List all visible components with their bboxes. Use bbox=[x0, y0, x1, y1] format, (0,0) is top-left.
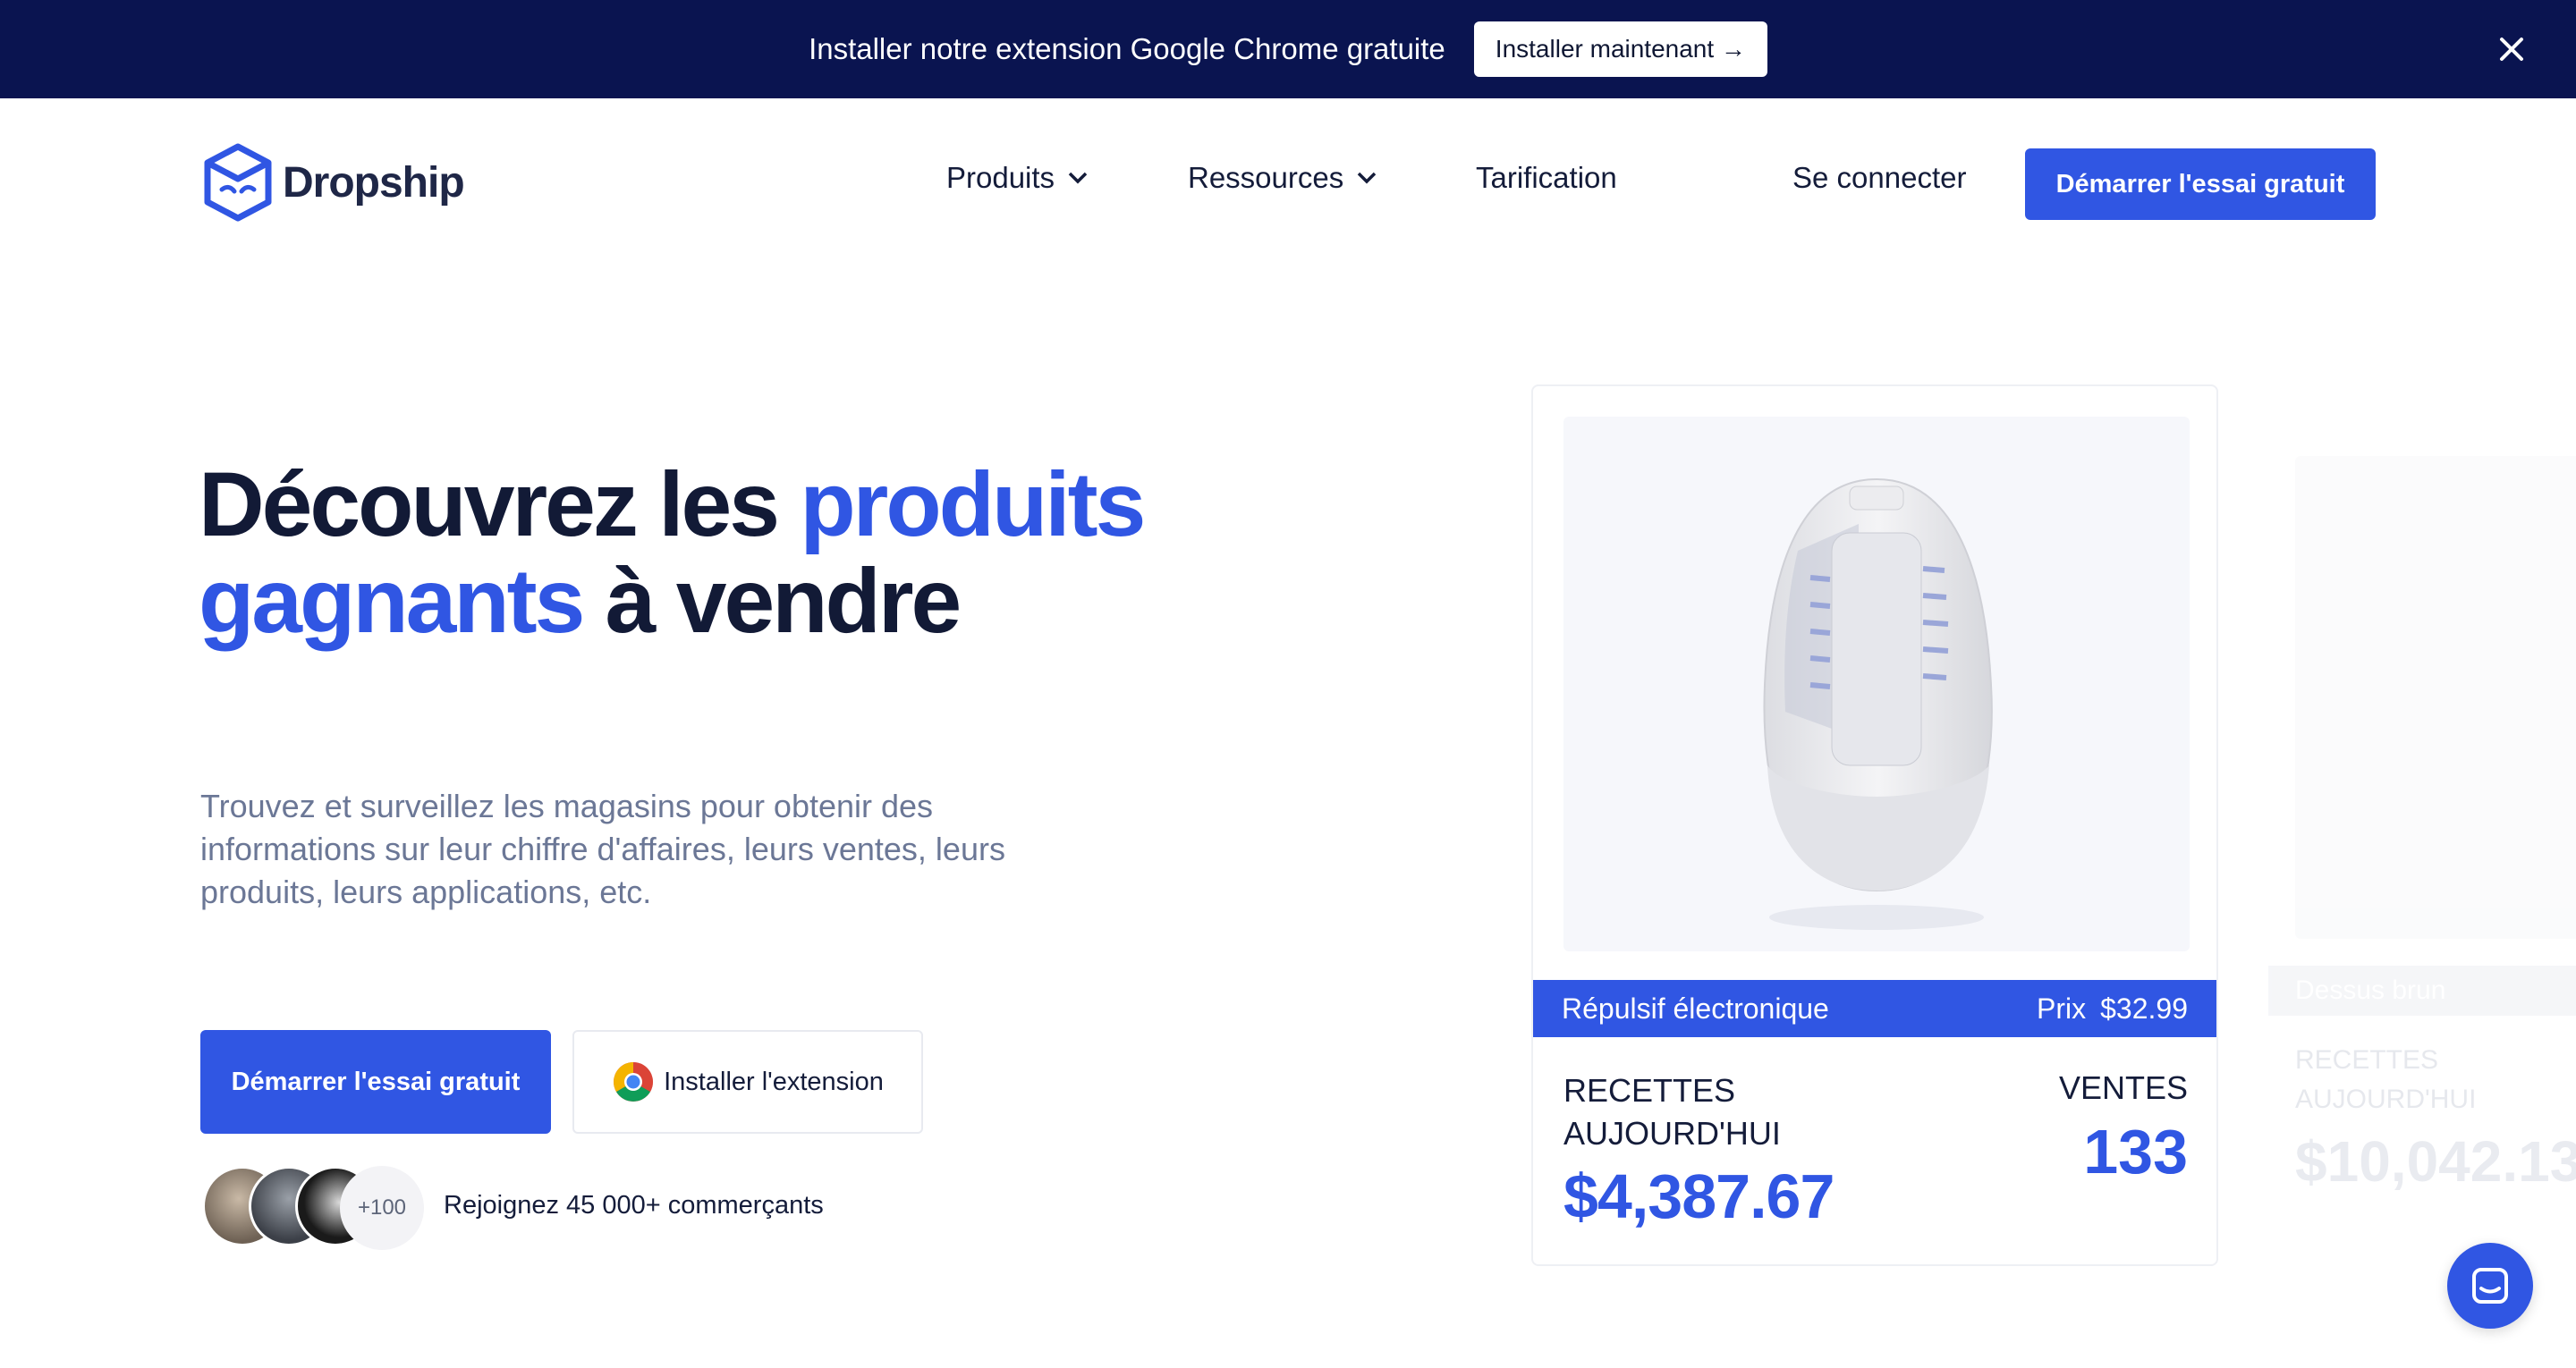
product-name: Répulsif électronique bbox=[1562, 992, 1829, 1025]
revenue-value: $4,387.67 bbox=[1563, 1161, 1835, 1231]
chat-widget-button[interactable] bbox=[2447, 1243, 2533, 1329]
start-trial-button[interactable]: Démarrer l'essai gratuit bbox=[200, 1030, 551, 1134]
chevron-down-icon bbox=[1357, 172, 1377, 184]
avatar-group: +100 bbox=[202, 1166, 426, 1250]
chrome-icon bbox=[614, 1062, 654, 1102]
hero-title-accent1: produits bbox=[800, 453, 1146, 555]
dropship-logo-icon bbox=[204, 143, 272, 222]
avatar-more-count: +100 bbox=[340, 1166, 424, 1250]
install-now-button[interactable]: Installer maintenant → bbox=[1473, 21, 1767, 77]
logo-text: Dropship bbox=[283, 158, 465, 207]
start-trial-nav-button[interactable]: Démarrer l'essai gratuit bbox=[2025, 148, 2376, 220]
nav-products[interactable]: Produits bbox=[946, 161, 1089, 195]
product-price: Prix $32.99 bbox=[2037, 992, 2188, 1026]
install-extension-label: Installer l'extension bbox=[664, 1067, 884, 1096]
login-label: Se connecter bbox=[1792, 161, 1967, 194]
hero-title-part2: à vendre bbox=[582, 550, 962, 652]
faded-revenue-label: RECETTES AUJOURD'HUI bbox=[2295, 1045, 2477, 1114]
hero-title-part1: Découvrez les bbox=[199, 453, 801, 555]
faded-product-name: Dessus brun bbox=[2268, 966, 2576, 1016]
faded-product-image bbox=[2295, 456, 2576, 939]
product-card[interactable]: Répulsif électronique Prix $32.99 RECETT… bbox=[1531, 384, 2218, 1266]
product-card-faded: Dessus brun RECETTES AUJOURD'HUI $10,042… bbox=[2268, 447, 2576, 1252]
sales-label: VENTES bbox=[2058, 1069, 2188, 1106]
sales-value: 133 bbox=[2083, 1117, 2188, 1186]
logo[interactable]: Dropship bbox=[202, 143, 465, 222]
nav-resources[interactable]: Ressources bbox=[1188, 161, 1377, 195]
product-title-bar: Répulsif électronique Prix $32.99 bbox=[1533, 980, 2216, 1037]
hero-subtitle: Trouvez et surveillez les magasins pour … bbox=[200, 788, 1005, 910]
product-image bbox=[1563, 417, 2190, 951]
nav-resources-label: Ressources bbox=[1188, 161, 1344, 194]
faded-revenue-value: $10,042.13 bbox=[2295, 1129, 2576, 1194]
price-label: Prix bbox=[2037, 992, 2087, 1025]
revenue-label: RECETTES AUJOURD'HUI bbox=[1563, 1072, 1781, 1152]
close-icon[interactable] bbox=[2494, 31, 2529, 67]
product-illustration bbox=[1763, 477, 1993, 930]
banner-text: Installer notre extension Google Chrome … bbox=[809, 32, 1445, 65]
install-extension-button[interactable]: Installer l'extension bbox=[572, 1030, 923, 1134]
chat-icon bbox=[2472, 1268, 2508, 1304]
price-value: $32.99 bbox=[2100, 992, 2188, 1025]
hero-title-accent2: gagnants bbox=[199, 550, 585, 652]
promo-banner: Installer notre extension Google Chrome … bbox=[0, 0, 2576, 98]
hero-title: Découvrez les produits gagnants à vendre bbox=[199, 456, 1272, 649]
nav-products-label: Produits bbox=[946, 161, 1055, 194]
join-text: Rejoignez 45 000+ commerçants bbox=[444, 1191, 824, 1220]
nav-pricing[interactable]: Tarification bbox=[1476, 161, 1617, 195]
chevron-down-icon bbox=[1068, 172, 1088, 184]
login-link[interactable]: Se connecter bbox=[1792, 161, 1966, 195]
nav-pricing-label: Tarification bbox=[1476, 161, 1617, 194]
